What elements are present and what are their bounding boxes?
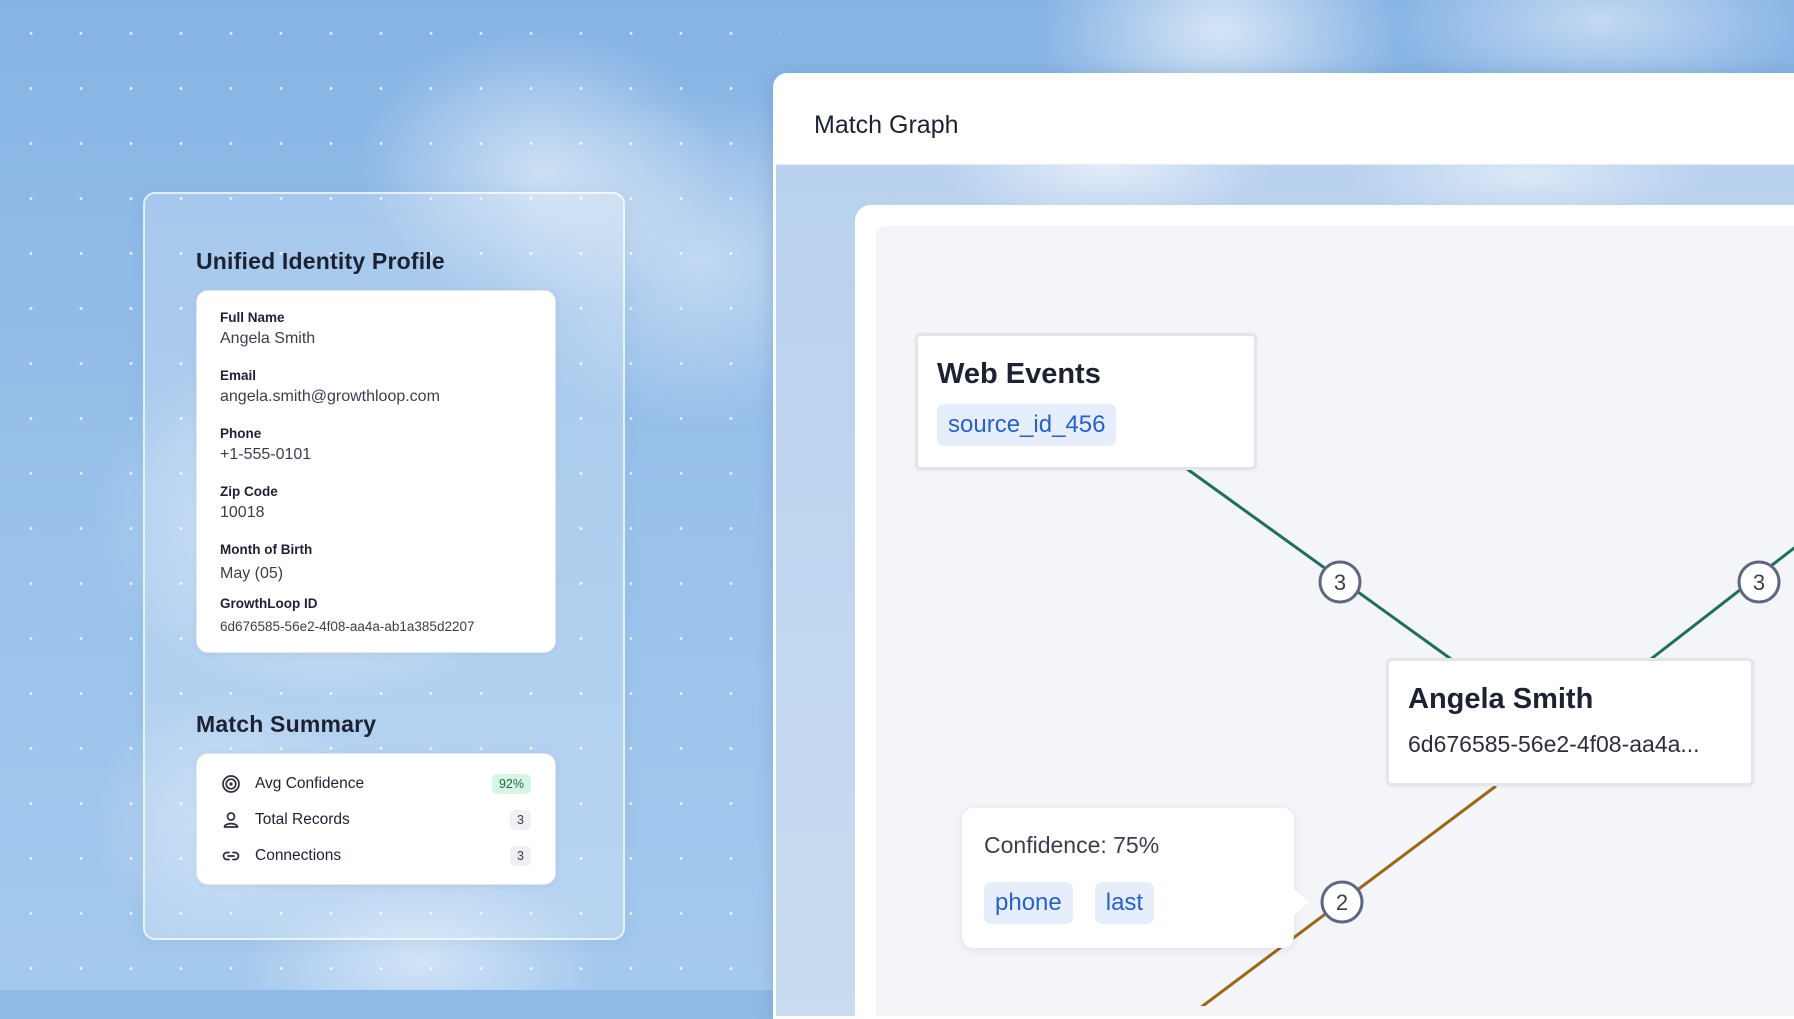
field-email: Email angela.smith@growthloop.com (220, 368, 440, 406)
summary-value-badge: 92% (491, 774, 531, 794)
profile-card: Full Name Angela Smith Email angela.smit… (196, 290, 556, 653)
summary-row-avg-confidence: Avg Confidence 92% (221, 772, 531, 796)
edge-web-events-to-identity (1182, 464, 1452, 661)
edge-badge-2[interactable]: 3 (1737, 560, 1781, 604)
field-label: GrowthLoop ID (220, 596, 318, 611)
link-icon (222, 851, 240, 861)
summary-row-total-records: Total Records 3 (221, 808, 531, 832)
field-full-name: Full Name Angela Smith (220, 310, 315, 348)
tooltip-confidence-text: Confidence: 75% (984, 832, 1160, 858)
summary-value-badge: 3 (510, 810, 531, 830)
window-body: 3 3 2 Web Events source_id_456 Angela Sm… (776, 165, 1794, 1016)
tooltip-tags: phone last (984, 882, 1155, 924)
summary-card: Avg Confidence 92% Total Records 3 Conne… (196, 753, 556, 885)
field-growthloop-id: GrowthLoop ID 6d676585-56e2-4f08-aa4a-ab… (220, 596, 474, 634)
node-angela-smith[interactable]: Angela Smith 6d676585-56e2-4f08-aa4a... (1386, 658, 1754, 786)
field-label: Zip Code (220, 484, 278, 499)
user-icon (223, 812, 239, 828)
summary-value-badge: 3 (510, 846, 531, 866)
field-value: +1-555-0101 (220, 446, 312, 463)
field-label: Phone (220, 426, 262, 441)
graph-canvas-frame: 3 3 2 Web Events source_id_456 Angela Sm… (855, 205, 1794, 1016)
tooltip-pointer (1293, 888, 1309, 916)
field-value: angela.smith@growthloop.com (220, 388, 440, 405)
graph-canvas[interactable]: 3 3 2 Web Events source_id_456 Angela Sm… (876, 226, 1794, 1016)
node-web-events[interactable]: Web Events source_id_456 (915, 333, 1257, 470)
confidence-tooltip: Confidence: 75% phone last (962, 808, 1309, 948)
summary-label: Total Records (255, 811, 350, 828)
edge-badge-label: 3 (1753, 570, 1765, 595)
field-value: 10018 (220, 504, 265, 521)
field-label: Month of Birth (220, 542, 313, 557)
field-phone: Phone +1-555-0101 (220, 426, 311, 464)
match-graph-window: Match Graph 3 3 2 Web Events source_id_4… (773, 73, 1794, 1019)
field-value: 6d676585-56e2-4f08-aa4a-ab1a385d2207 (220, 619, 475, 634)
node-title: Angela Smith (1408, 683, 1594, 715)
summary-label: Avg Confidence (255, 775, 365, 792)
edge-badge-label: 2 (1336, 890, 1348, 915)
field-label: Email (220, 368, 257, 383)
edge-badge-3[interactable]: 2 (1320, 880, 1364, 924)
edge-badge-label: 3 (1334, 570, 1346, 595)
window-title: Match Graph (814, 111, 959, 139)
edge-badge-1[interactable]: 3 (1318, 560, 1362, 604)
node-growthloop-id: 6d676585-56e2-4f08-aa4a... (1408, 731, 1700, 757)
summary-row-connections: Connections 3 (221, 844, 531, 868)
match-key-tag-phone[interactable]: phone (984, 882, 1073, 924)
field-zip-code: Zip Code 10018 (220, 484, 278, 522)
field-value: May (05) (220, 565, 284, 582)
window-header: Match Graph (776, 76, 1794, 165)
field-month-of-birth: Month of Birth May (05) (220, 542, 312, 583)
summary-title: Match Summary (196, 711, 377, 737)
source-id-tag[interactable]: source_id_456 (937, 404, 1117, 446)
target-icon (222, 775, 240, 793)
field-label: Full Name (220, 310, 285, 325)
match-key-tag-last[interactable]: last (1094, 882, 1155, 924)
summary-label: Connections (255, 847, 342, 864)
node-title: Web Events (937, 358, 1101, 390)
profile-title: Unified Identity Profile (196, 248, 445, 274)
field-value: Angela Smith (220, 330, 316, 347)
